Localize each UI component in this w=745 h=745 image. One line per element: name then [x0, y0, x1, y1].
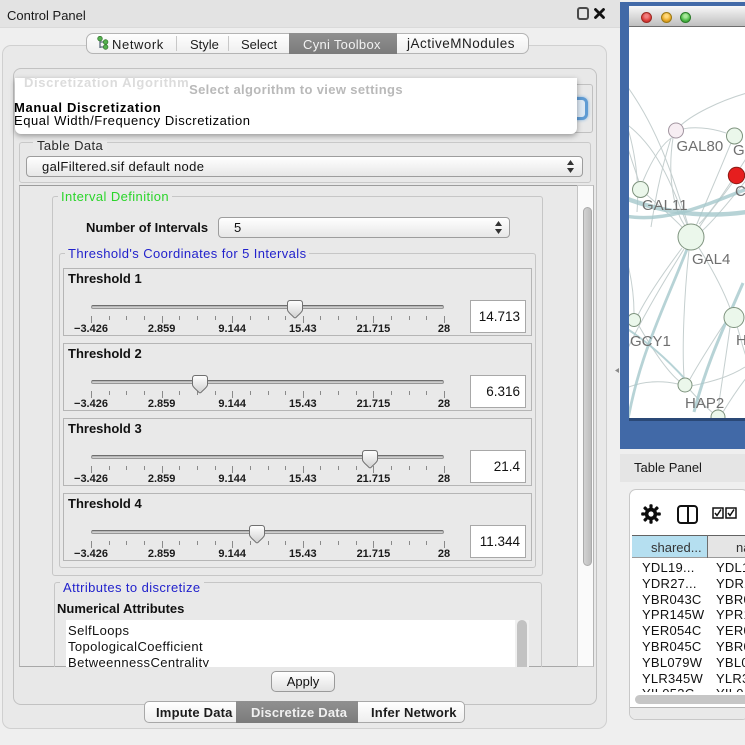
svg-text:GCY1: GCY1	[630, 333, 671, 350]
svg-text:GAL11: GAL11	[642, 197, 688, 214]
svg-text:HAP2: HAP2	[685, 395, 724, 412]
svg-text:G: G	[733, 142, 745, 159]
svg-text:GAL80: GAL80	[677, 138, 724, 155]
svg-text:H: H	[736, 332, 745, 349]
svg-text:C: C	[735, 183, 745, 200]
svg-text:GAL4: GAL4	[692, 251, 730, 268]
